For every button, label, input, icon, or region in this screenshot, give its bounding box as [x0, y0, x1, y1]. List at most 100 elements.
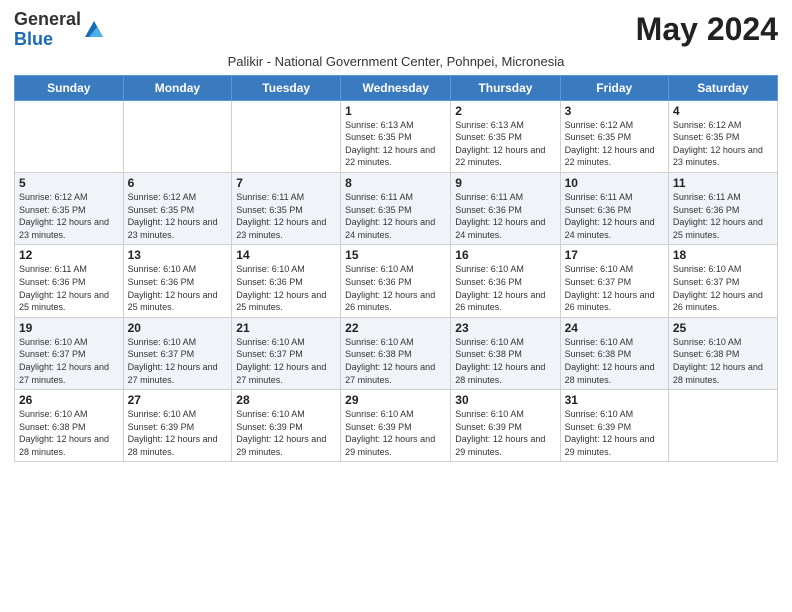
day-info: Sunrise: 6:11 AMSunset: 6:36 PMDaylight:… — [455, 191, 555, 241]
day-info: Sunrise: 6:11 AMSunset: 6:35 PMDaylight:… — [345, 191, 446, 241]
week-row-5: 26Sunrise: 6:10 AMSunset: 6:38 PMDayligh… — [15, 390, 778, 462]
day-number: 2 — [455, 104, 555, 118]
day-number: 12 — [19, 248, 119, 262]
day-info: Sunrise: 6:10 AMSunset: 6:39 PMDaylight:… — [128, 408, 228, 458]
weekday-thursday: Thursday — [451, 75, 560, 100]
day-info: Sunrise: 6:10 AMSunset: 6:38 PMDaylight:… — [345, 336, 446, 386]
day-info: Sunrise: 6:10 AMSunset: 6:36 PMDaylight:… — [455, 263, 555, 313]
day-number: 19 — [19, 321, 119, 335]
day-info: Sunrise: 6:10 AMSunset: 6:38 PMDaylight:… — [19, 408, 119, 458]
day-number: 4 — [673, 104, 773, 118]
day-info: Sunrise: 6:13 AMSunset: 6:35 PMDaylight:… — [455, 119, 555, 169]
day-info: Sunrise: 6:10 AMSunset: 6:39 PMDaylight:… — [345, 408, 446, 458]
day-cell: 2Sunrise: 6:13 AMSunset: 6:35 PMDaylight… — [451, 100, 560, 172]
day-info: Sunrise: 6:12 AMSunset: 6:35 PMDaylight:… — [19, 191, 119, 241]
day-number: 5 — [19, 176, 119, 190]
day-cell: 1Sunrise: 6:13 AMSunset: 6:35 PMDaylight… — [341, 100, 451, 172]
calendar: SundayMondayTuesdayWednesdayThursdayFrid… — [14, 75, 778, 463]
day-number: 10 — [565, 176, 664, 190]
day-number: 3 — [565, 104, 664, 118]
day-cell: 9Sunrise: 6:11 AMSunset: 6:36 PMDaylight… — [451, 172, 560, 244]
day-info: Sunrise: 6:10 AMSunset: 6:37 PMDaylight:… — [236, 336, 336, 386]
day-info: Sunrise: 6:10 AMSunset: 6:36 PMDaylight:… — [345, 263, 446, 313]
day-cell: 31Sunrise: 6:10 AMSunset: 6:39 PMDayligh… — [560, 390, 668, 462]
day-number: 18 — [673, 248, 773, 262]
week-row-3: 12Sunrise: 6:11 AMSunset: 6:36 PMDayligh… — [15, 245, 778, 317]
day-cell: 27Sunrise: 6:10 AMSunset: 6:39 PMDayligh… — [123, 390, 232, 462]
day-cell: 11Sunrise: 6:11 AMSunset: 6:36 PMDayligh… — [668, 172, 777, 244]
day-number: 20 — [128, 321, 228, 335]
day-cell: 14Sunrise: 6:10 AMSunset: 6:36 PMDayligh… — [232, 245, 341, 317]
day-cell: 26Sunrise: 6:10 AMSunset: 6:38 PMDayligh… — [15, 390, 124, 462]
day-number: 13 — [128, 248, 228, 262]
day-cell: 29Sunrise: 6:10 AMSunset: 6:39 PMDayligh… — [341, 390, 451, 462]
day-cell: 3Sunrise: 6:12 AMSunset: 6:35 PMDaylight… — [560, 100, 668, 172]
logo: General Blue — [14, 10, 105, 50]
day-cell: 23Sunrise: 6:10 AMSunset: 6:38 PMDayligh… — [451, 317, 560, 389]
day-cell: 17Sunrise: 6:10 AMSunset: 6:37 PMDayligh… — [560, 245, 668, 317]
day-number: 29 — [345, 393, 446, 407]
weekday-saturday: Saturday — [668, 75, 777, 100]
day-info: Sunrise: 6:10 AMSunset: 6:36 PMDaylight:… — [128, 263, 228, 313]
day-info: Sunrise: 6:10 AMSunset: 6:38 PMDaylight:… — [565, 336, 664, 386]
day-info: Sunrise: 6:13 AMSunset: 6:35 PMDaylight:… — [345, 119, 446, 169]
day-number: 8 — [345, 176, 446, 190]
day-number: 22 — [345, 321, 446, 335]
day-cell: 8Sunrise: 6:11 AMSunset: 6:35 PMDaylight… — [341, 172, 451, 244]
day-cell: 30Sunrise: 6:10 AMSunset: 6:39 PMDayligh… — [451, 390, 560, 462]
weekday-header-row: SundayMondayTuesdayWednesdayThursdayFrid… — [15, 75, 778, 100]
day-cell: 12Sunrise: 6:11 AMSunset: 6:36 PMDayligh… — [15, 245, 124, 317]
header: General Blue May 2024 — [14, 10, 778, 50]
day-info: Sunrise: 6:10 AMSunset: 6:38 PMDaylight:… — [673, 336, 773, 386]
week-row-4: 19 Sunrise: 6:10 AMSunset: 6:37 PMDayligh… — [15, 317, 778, 389]
day-cell: 16Sunrise: 6:10 AMSunset: 6:36 PMDayligh… — [451, 245, 560, 317]
day-info: Sunrise: 6:10 AMSunset: 6:36 PMDaylight:… — [236, 263, 336, 313]
logo-blue: Blue — [14, 29, 53, 49]
logo-general: General — [14, 9, 81, 29]
day-info: Sunrise: 6:10 AMSunset: 6:37 PMDaylight:… — [565, 263, 664, 313]
day-cell: 5Sunrise: 6:12 AMSunset: 6:35 PMDaylight… — [15, 172, 124, 244]
day-number: 28 — [236, 393, 336, 407]
day-cell: 7Sunrise: 6:11 AMSunset: 6:35 PMDaylight… — [232, 172, 341, 244]
day-cell: 6Sunrise: 6:12 AMSunset: 6:35 PMDaylight… — [123, 172, 232, 244]
day-number: 23 — [455, 321, 555, 335]
day-cell — [232, 100, 341, 172]
week-row-2: 5Sunrise: 6:12 AMSunset: 6:35 PMDaylight… — [15, 172, 778, 244]
day-cell: 15Sunrise: 6:10 AMSunset: 6:36 PMDayligh… — [341, 245, 451, 317]
day-cell — [123, 100, 232, 172]
day-info: Sunrise: 6:11 AMSunset: 6:35 PMDaylight:… — [236, 191, 336, 241]
day-number: 24 — [565, 321, 664, 335]
day-cell: 22Sunrise: 6:10 AMSunset: 6:38 PMDayligh… — [341, 317, 451, 389]
day-number: 6 — [128, 176, 228, 190]
day-info: Sunrise: 6:10 AMSunset: 6:39 PMDaylight:… — [455, 408, 555, 458]
week-row-1: 1Sunrise: 6:13 AMSunset: 6:35 PMDaylight… — [15, 100, 778, 172]
day-cell: 20Sunrise: 6:10 AMSunset: 6:37 PMDayligh… — [123, 317, 232, 389]
weekday-sunday: Sunday — [15, 75, 124, 100]
day-info: Sunrise: 6:10 AMSunset: 6:38 PMDaylight:… — [455, 336, 555, 386]
day-info: Sunrise: 6:11 AMSunset: 6:36 PMDaylight:… — [673, 191, 773, 241]
weekday-friday: Friday — [560, 75, 668, 100]
day-number: 11 — [673, 176, 773, 190]
day-info: Sunrise: 6:10 AMSunset: 6:37 PMDaylight:… — [128, 336, 228, 386]
day-info: Sunrise: 6:12 AMSunset: 6:35 PMDaylight:… — [565, 119, 664, 169]
day-cell: 13Sunrise: 6:10 AMSunset: 6:36 PMDayligh… — [123, 245, 232, 317]
day-cell: 4Sunrise: 6:12 AMSunset: 6:35 PMDaylight… — [668, 100, 777, 172]
day-cell: 28Sunrise: 6:10 AMSunset: 6:39 PMDayligh… — [232, 390, 341, 462]
weekday-monday: Monday — [123, 75, 232, 100]
weekday-wednesday: Wednesday — [341, 75, 451, 100]
day-info: Sunrise: 6:12 AMSunset: 6:35 PMDaylight:… — [673, 119, 773, 169]
day-info: Sunrise: 6:12 AMSunset: 6:35 PMDaylight:… — [128, 191, 228, 241]
day-number: 1 — [345, 104, 446, 118]
day-cell — [668, 390, 777, 462]
day-number: 16 — [455, 248, 555, 262]
day-number: 25 — [673, 321, 773, 335]
day-cell: 18Sunrise: 6:10 AMSunset: 6:37 PMDayligh… — [668, 245, 777, 317]
day-info: Sunrise: 6:11 AMSunset: 6:36 PMDaylight:… — [565, 191, 664, 241]
logo-icon — [83, 19, 105, 41]
day-number: 31 — [565, 393, 664, 407]
day-number: 30 — [455, 393, 555, 407]
day-info: Sunrise: 6:10 AMSunset: 6:39 PMDaylight:… — [236, 408, 336, 458]
day-number: 7 — [236, 176, 336, 190]
day-number: 15 — [345, 248, 446, 262]
logo-text: General Blue — [14, 10, 81, 50]
